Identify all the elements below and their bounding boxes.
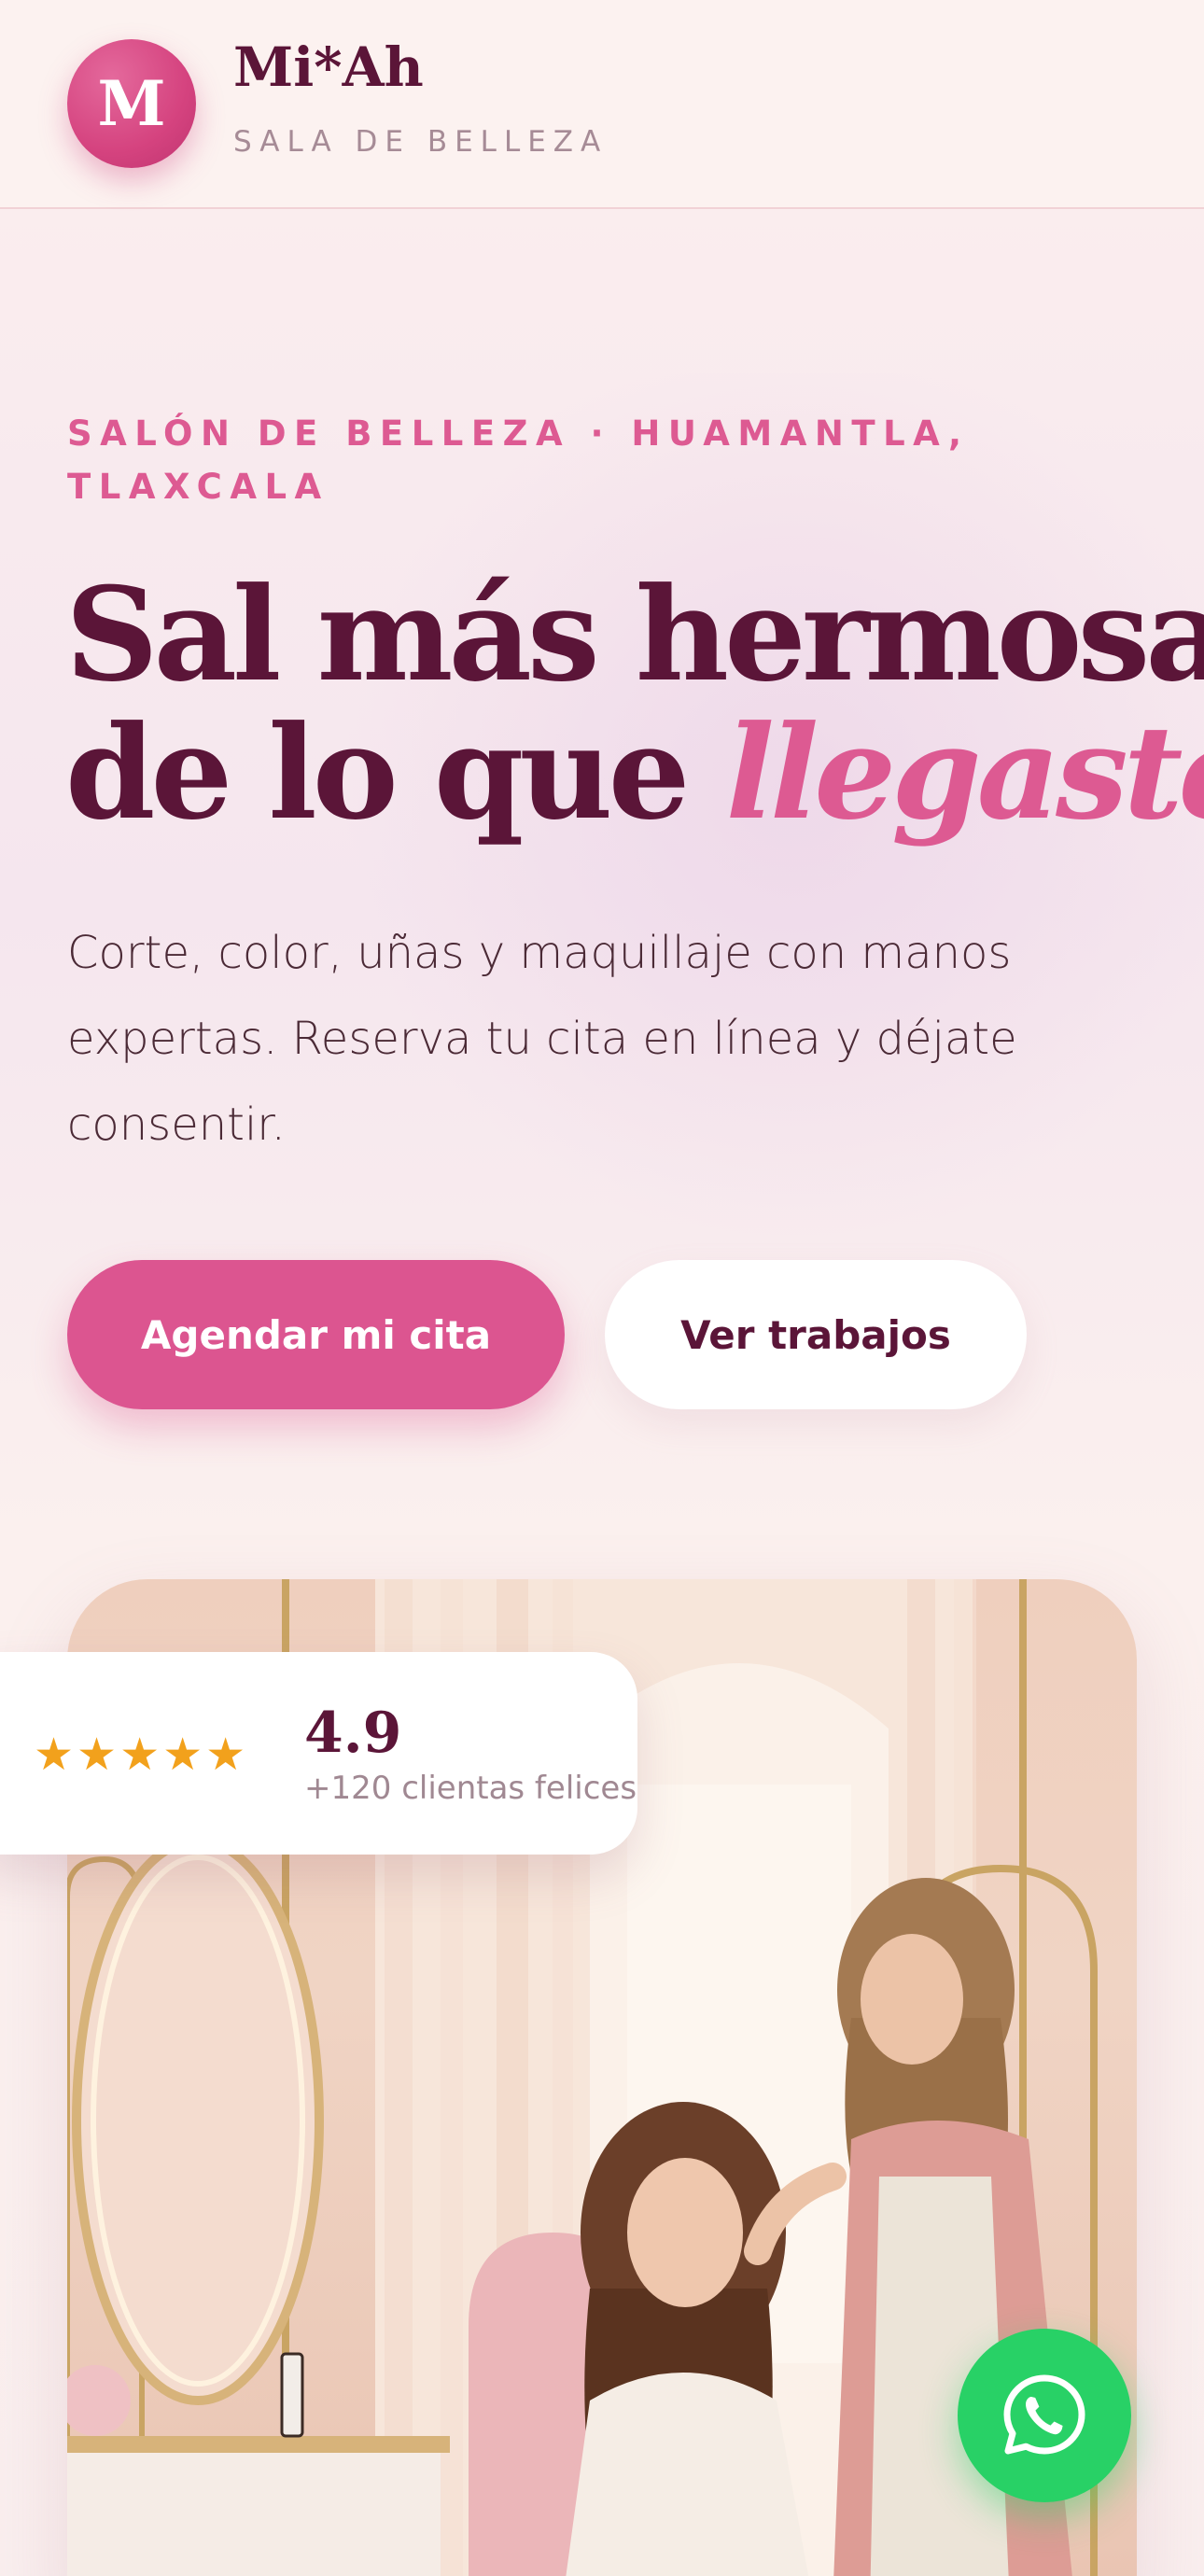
hero-description: Corte, color, uñas y maquillaje con mano… (67, 927, 1017, 1151)
rating-stars: ★★★★★ (34, 1729, 249, 1781)
whatsapp-button[interactable] (958, 2329, 1131, 2502)
book-appointment-button[interactable]: Agendar mi cita (67, 1260, 565, 1409)
headline-line-2: de lo que (65, 696, 726, 848)
rating-card: ★★★★★ 4.9 +120 clientas felices (0, 1652, 637, 1855)
brand-tagline: SALA DE BELLEZA (233, 125, 609, 159)
view-work-button[interactable]: Ver trabajos (605, 1260, 1027, 1409)
headline-accent: llegaste. (725, 696, 1204, 848)
hero-headline: Sal más hermosa de lo que llegaste. (65, 566, 1204, 842)
headline-line-1: Sal más hermosa (65, 558, 1204, 710)
site-header: M Mi*Ah SALA DE BELLEZA (0, 0, 1204, 209)
hero-eyebrow: SALÓN DE BELLEZA · HUAMANTLA, TLAXCALA (67, 413, 970, 507)
brand-name[interactable]: Mi*Ah (233, 35, 424, 99)
rating-value: 4.9 (304, 1701, 402, 1766)
rating-caption: +120 clientas felices (304, 1770, 637, 1807)
logo-icon[interactable]: M (67, 39, 196, 168)
landing-page: M Mi*Ah SALA DE BELLEZA SALÓN DE BELLEZA… (0, 0, 1204, 2576)
whatsapp-icon (1003, 2374, 1085, 2455)
logo-letter: M (97, 67, 166, 140)
